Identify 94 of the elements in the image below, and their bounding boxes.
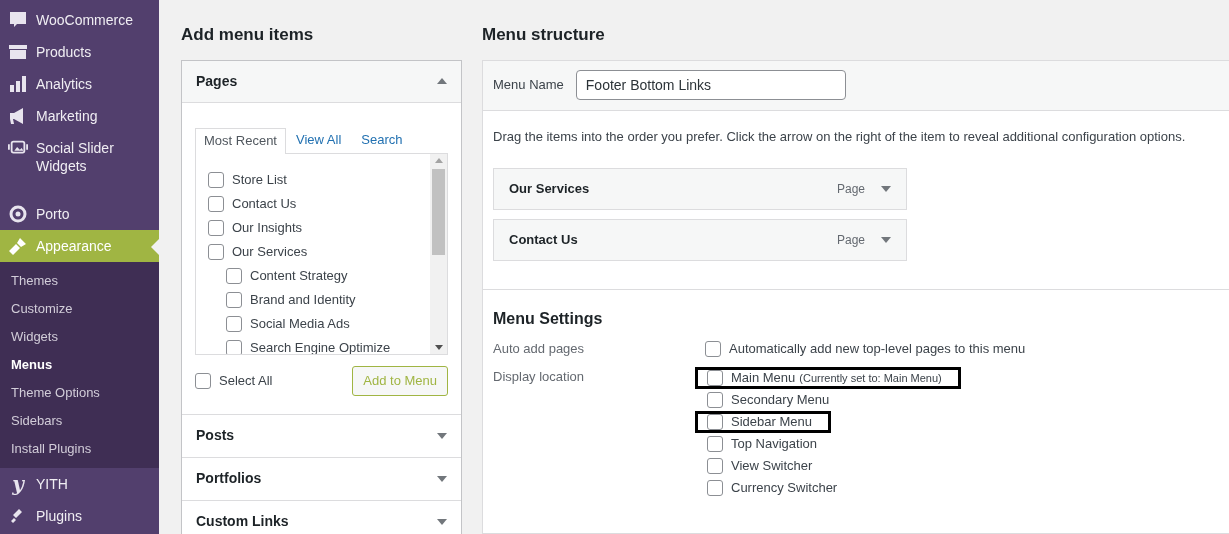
scrollbar-thumb[interactable] — [432, 168, 445, 255]
sidebar-label: Appearance — [36, 237, 113, 255]
checkbox[interactable] — [705, 341, 721, 357]
option-label: Sidebar Menu — [731, 413, 812, 432]
menu-item-card[interactable]: Contact Us Page — [493, 219, 907, 261]
chat-bubble-icon — [8, 10, 28, 30]
sidebar-item[interactable]: Porto — [0, 198, 159, 230]
caret-icon[interactable] — [437, 518, 447, 525]
caret-icon[interactable] — [437, 78, 447, 84]
sidebar-item[interactable]: Products — [0, 36, 159, 68]
sidebar-item[interactable]: y YITH — [0, 468, 159, 500]
tab[interactable]: Most Recent — [195, 127, 286, 154]
column-heading: Menu structure — [482, 24, 606, 46]
page-label: Our Insights — [232, 218, 303, 237]
checkbox[interactable] — [226, 315, 242, 332]
option-label: View Switcher — [731, 457, 813, 476]
menu-item-title: Contact Us — [509, 231, 579, 250]
option-label: Currency Switcher — [731, 479, 838, 498]
sidebar-label: Porto — [36, 205, 71, 223]
paintbrush-icon — [8, 236, 28, 256]
box-icon — [8, 43, 28, 61]
checkbox[interactable] — [707, 370, 723, 386]
sidebar-label: YITH — [36, 475, 69, 493]
checkbox[interactable] — [208, 171, 224, 188]
sidebar-label: Products — [36, 43, 93, 61]
scroll-up-icon[interactable] — [434, 157, 443, 163]
sidebar-item[interactable]: Analytics — [0, 68, 159, 100]
sidebar-item[interactable]: WooCommerce — [0, 4, 159, 36]
tab[interactable]: Search — [351, 126, 413, 153]
option-note: (Currently set to: Main Menu) — [799, 370, 942, 386]
menu-name-field[interactable]: Footer Bottom Links — [575, 70, 846, 100]
setting-label: Display location — [493, 368, 586, 386]
option-label: Main Menu — [731, 369, 796, 388]
submenu-item[interactable]: Sidebars — [0, 407, 159, 435]
submenu-item[interactable]: Menus — [0, 351, 159, 379]
sidebar-label: Marketing — [36, 107, 99, 125]
checkbox[interactable] — [208, 243, 224, 260]
checkbox[interactable] — [707, 392, 723, 408]
scrollbar[interactable] — [430, 153, 447, 354]
settings-heading: Menu Settings — [493, 309, 604, 329]
instructions-text: Drag the items into the order you prefer. Click the arrow on the right of the item to reveal additional configuration options. — [493, 127, 1187, 146]
checkbox[interactable] — [707, 480, 723, 496]
sidebar-item[interactable]: Marketing — [0, 100, 159, 132]
select-all-label: Select All — [219, 371, 273, 390]
caret-icon[interactable] — [437, 432, 447, 439]
submenu-item[interactable]: Themes — [0, 267, 159, 295]
section-title: Custom Links — [196, 512, 289, 531]
tab[interactable]: View All — [286, 126, 352, 153]
page-label: Brand and Identity — [250, 290, 356, 309]
checkbox[interactable] — [226, 339, 242, 354]
section-title: Posts — [196, 426, 235, 445]
column-heading: Add menu items — [181, 24, 315, 46]
sidebar-label: WooCommerce — [36, 11, 134, 29]
menu-name-label: Menu Name — [493, 76, 564, 95]
checkbox[interactable] — [226, 291, 242, 308]
submenu-item[interactable]: Theme Options — [0, 379, 159, 407]
sidebar-item[interactable]: Social Slider Widgets — [0, 132, 159, 182]
letter-y-icon: y — [8, 474, 28, 494]
submenu-item[interactable]: Widgets — [0, 323, 159, 351]
section-title: Portfolios — [196, 469, 262, 488]
setting-label: Auto add pages — [493, 340, 586, 358]
sidebar-label: Social Slider Widgets — [36, 139, 115, 175]
menu-item-type: Page — [836, 232, 865, 249]
bar-chart-icon — [9, 75, 27, 93]
caret-icon[interactable] — [437, 475, 447, 482]
ring-icon — [9, 205, 27, 223]
accordion-header[interactable]: Pages — [182, 60, 461, 103]
caret-icon[interactable] — [881, 237, 891, 243]
page-label: Our Services — [232, 242, 308, 261]
scroll-down-icon[interactable] — [434, 344, 443, 350]
checkbox[interactable] — [707, 458, 723, 474]
sidebar-label: Analytics — [36, 75, 94, 93]
checkbox[interactable] — [226, 267, 242, 284]
checkbox[interactable] — [208, 195, 224, 212]
option-label: Secondary Menu — [731, 391, 830, 410]
option-label: Top Navigation — [731, 435, 817, 454]
page-label: Store List — [232, 170, 287, 189]
section-title: Pages — [196, 71, 238, 91]
caret-icon[interactable] — [881, 186, 891, 192]
checkbox[interactable] — [707, 414, 723, 430]
page-label: Social Media Ads — [250, 314, 350, 333]
menu-item-title: Our Services — [509, 180, 591, 199]
submenu-item[interactable]: Install Plugins — [0, 435, 159, 463]
option-label: Automatically add new top-level pages to this menu — [729, 340, 1026, 358]
sidebar-item[interactable]: Plugins — [0, 500, 159, 532]
sidebar-label: Plugins — [36, 507, 83, 525]
checkbox[interactable] — [208, 219, 224, 236]
checkbox[interactable] — [195, 372, 211, 389]
page-label: Content Strategy — [250, 266, 348, 285]
menu-item-card[interactable]: Our Services Page — [493, 168, 907, 210]
checkbox[interactable] — [707, 436, 723, 452]
page-label: Contact Us — [232, 194, 297, 213]
submenu-item[interactable]: Customize — [0, 295, 159, 323]
menu-item-type: Page — [836, 181, 865, 198]
